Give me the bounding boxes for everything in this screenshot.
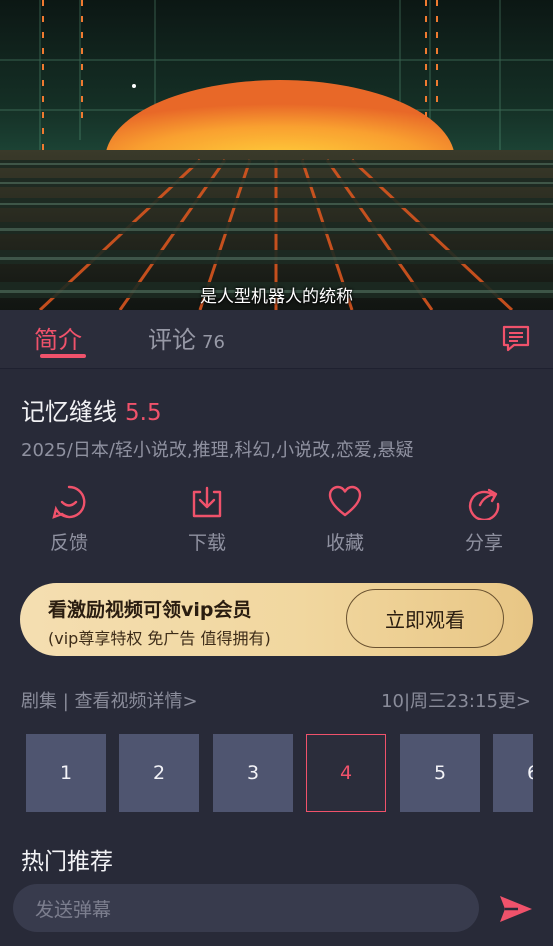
episode-tile[interactable]: 1 bbox=[26, 734, 106, 812]
feedback-label: 反馈 bbox=[49, 532, 88, 554]
send-icon[interactable] bbox=[498, 893, 534, 925]
episode-tile[interactable]: 2 bbox=[119, 734, 199, 812]
episodes-header-link[interactable]: 剧集 | 查看视频详情> bbox=[21, 687, 198, 713]
feedback-icon bbox=[52, 485, 86, 519]
download-icon bbox=[192, 486, 222, 518]
share-button[interactable]: 分享 bbox=[444, 484, 524, 555]
favorite-label: 收藏 bbox=[325, 532, 364, 554]
favorite-button[interactable]: 收藏 bbox=[305, 484, 385, 555]
vip-banner-title: 看激励视频可领vip会员 bbox=[48, 599, 252, 621]
episode-tile[interactable]: 6 bbox=[493, 734, 533, 812]
episode-tile[interactable]: 5 bbox=[400, 734, 480, 812]
tab-bar: 简介 评论 76 bbox=[0, 310, 553, 369]
feedback-button[interactable]: 反馈 bbox=[29, 484, 109, 555]
tab-comments-label: 评论 bbox=[148, 326, 196, 354]
video-frame bbox=[0, 0, 553, 310]
share-label: 分享 bbox=[464, 532, 503, 554]
share-icon bbox=[468, 488, 500, 520]
watch-now-button[interactable]: 立即观看 bbox=[346, 589, 504, 648]
episode-tile[interactable]: 3 bbox=[213, 734, 293, 812]
episodes-update-info[interactable]: 10|周三23:15更> bbox=[381, 687, 531, 713]
danmu-input-placeholder: 发送弹幕 bbox=[35, 898, 112, 921]
active-tab-indicator bbox=[40, 354, 86, 358]
show-score: 5.5 bbox=[125, 400, 162, 426]
episode-list: 1 2 3 4 5 6 bbox=[20, 734, 533, 814]
comments-count: 76 bbox=[202, 332, 225, 353]
tab-comments[interactable]: 评论 76 bbox=[148, 320, 225, 355]
tab-intro[interactable]: 简介 bbox=[34, 320, 82, 355]
episode-tile-selected[interactable]: 4 bbox=[306, 734, 386, 812]
tab-intro-label: 简介 bbox=[34, 326, 82, 354]
video-player[interactable]: 是人型机器人的统称 bbox=[0, 0, 553, 310]
show-meta: 2025/日本/轻小说改,推理,科幻,小说改,恋爱,悬疑 bbox=[21, 440, 414, 461]
section-title-recommended: 热门推荐 bbox=[21, 849, 113, 875]
download-button[interactable]: 下载 bbox=[167, 484, 247, 555]
show-title-row: 记忆缝线 5.5 bbox=[21, 392, 162, 427]
video-subtitle: 是人型机器人的统称 bbox=[200, 287, 353, 307]
danmu-input[interactable]: 发送弹幕 bbox=[13, 884, 479, 932]
message-list-icon[interactable] bbox=[500, 322, 532, 354]
heart-icon bbox=[328, 485, 362, 517]
show-title: 记忆缝线 bbox=[21, 398, 117, 426]
vip-reward-banner[interactable]: 看激励视频可领vip会员 (vip尊享特权 免广告 值得拥有) 立即观看 bbox=[20, 583, 533, 656]
download-label: 下载 bbox=[187, 532, 226, 554]
vip-banner-subtitle: (vip尊享特权 免广告 值得拥有) bbox=[48, 629, 271, 648]
